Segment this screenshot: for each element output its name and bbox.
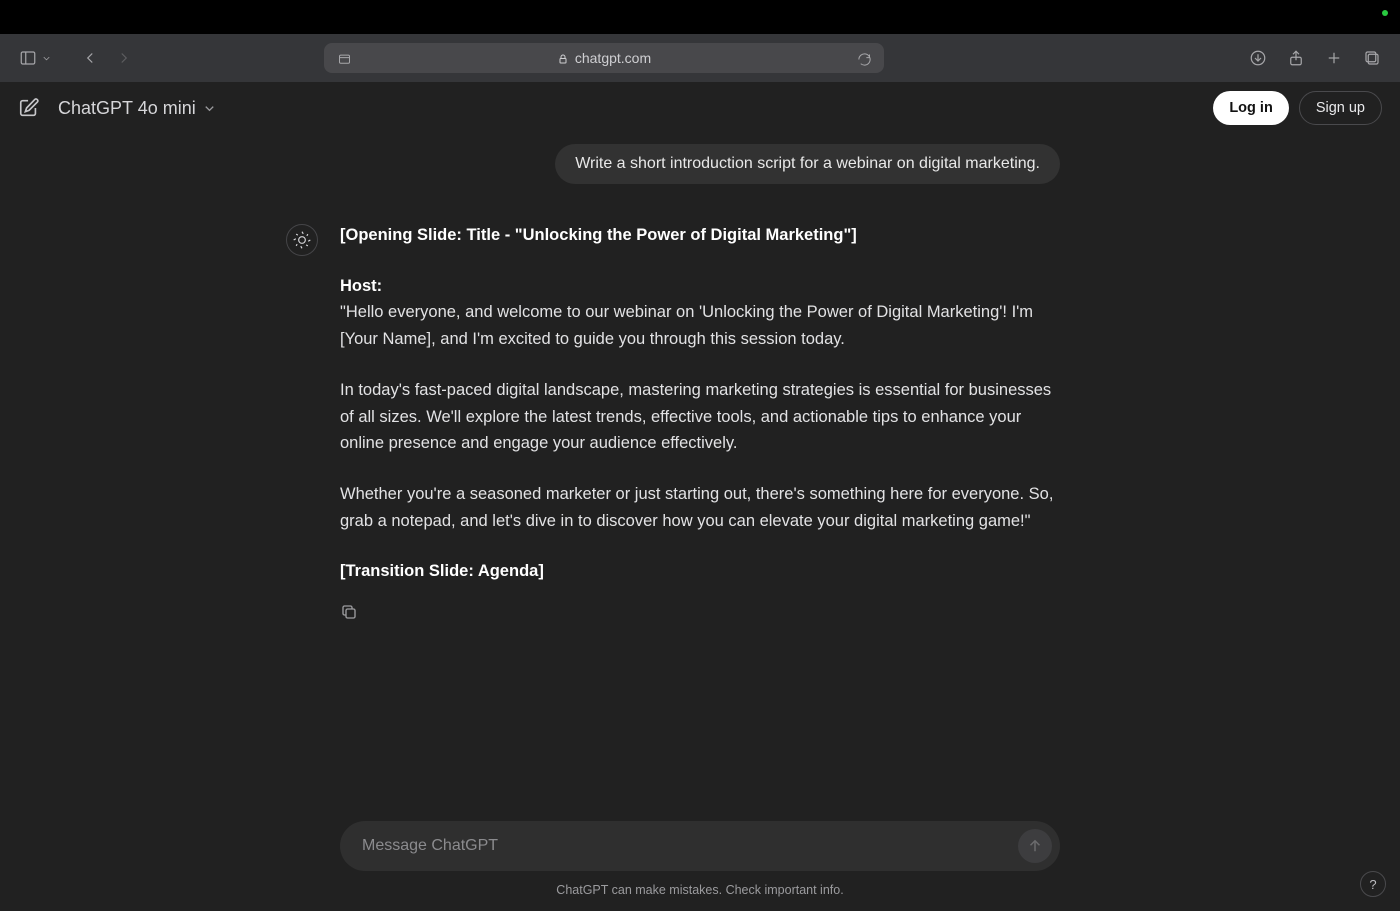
assistant-message-row: [Opening Slide: Title - "Unlocking the P… (340, 222, 1060, 626)
reload-icon[interactable] (854, 49, 874, 69)
address-bar[interactable]: chatgpt.com (324, 43, 884, 73)
model-selector[interactable]: ChatGPT 4o mini (58, 98, 217, 119)
message-input-container[interactable] (340, 821, 1060, 871)
camera-indicator-dot (1382, 10, 1388, 16)
macos-menubar-area (0, 0, 1400, 34)
tab-groups-chevron-icon[interactable] (36, 48, 56, 68)
user-message-text: Write a short introduction script for a … (575, 155, 1040, 172)
assistant-para1: "Hello everyone, and welcome to our webi… (340, 303, 1033, 348)
transition-slide-line: [Transition Slide: Agenda] (340, 562, 544, 580)
page-header: ChatGPT 4o mini Log in Sign up (0, 82, 1400, 134)
host-label: Host: (340, 277, 382, 295)
copy-message-icon[interactable] (340, 603, 1060, 626)
share-icon[interactable] (1286, 48, 1306, 68)
assistant-avatar-icon (286, 224, 318, 256)
message-input[interactable] (362, 837, 1018, 855)
back-button-icon[interactable] (80, 48, 100, 68)
opening-slide-line: [Opening Slide: Title - "Unlocking the P… (340, 226, 857, 244)
composer (340, 821, 1060, 871)
assistant-para3: Whether you're a seasoned marketer or ju… (340, 481, 1060, 534)
new-tab-icon[interactable] (1324, 48, 1344, 68)
send-button[interactable] (1018, 829, 1052, 863)
new-chat-icon[interactable] (18, 97, 40, 119)
website-settings-icon[interactable] (334, 49, 354, 69)
tab-overview-icon[interactable] (1362, 48, 1382, 68)
model-label-text: ChatGPT 4o mini (58, 98, 196, 119)
lock-icon (557, 52, 569, 64)
url-display-text: chatgpt.com (575, 50, 651, 66)
login-button[interactable]: Log in (1213, 91, 1289, 125)
chatgpt-page: ChatGPT 4o mini Log in Sign up Write a s… (0, 82, 1400, 911)
help-button[interactable]: ? (1360, 871, 1386, 897)
arrow-up-icon (1026, 837, 1044, 855)
safari-toolbar: chatgpt.com (0, 34, 1400, 82)
chevron-down-icon (202, 101, 217, 116)
disclaimer-text: ChatGPT can make mistakes. Check importa… (0, 883, 1400, 897)
downloads-icon[interactable] (1248, 48, 1268, 68)
assistant-message-body: [Opening Slide: Title - "Unlocking the P… (340, 222, 1060, 626)
conversation-column: Write a short introduction script for a … (340, 134, 1060, 626)
forward-button-icon (114, 48, 134, 68)
user-message-bubble[interactable]: Write a short introduction script for a … (555, 144, 1060, 184)
sidebar-toggle-icon[interactable] (18, 48, 38, 68)
user-message-row: Write a short introduction script for a … (340, 144, 1060, 184)
assistant-para2: In today's fast-paced digital landscape,… (340, 377, 1060, 457)
signup-button[interactable]: Sign up (1299, 91, 1382, 125)
